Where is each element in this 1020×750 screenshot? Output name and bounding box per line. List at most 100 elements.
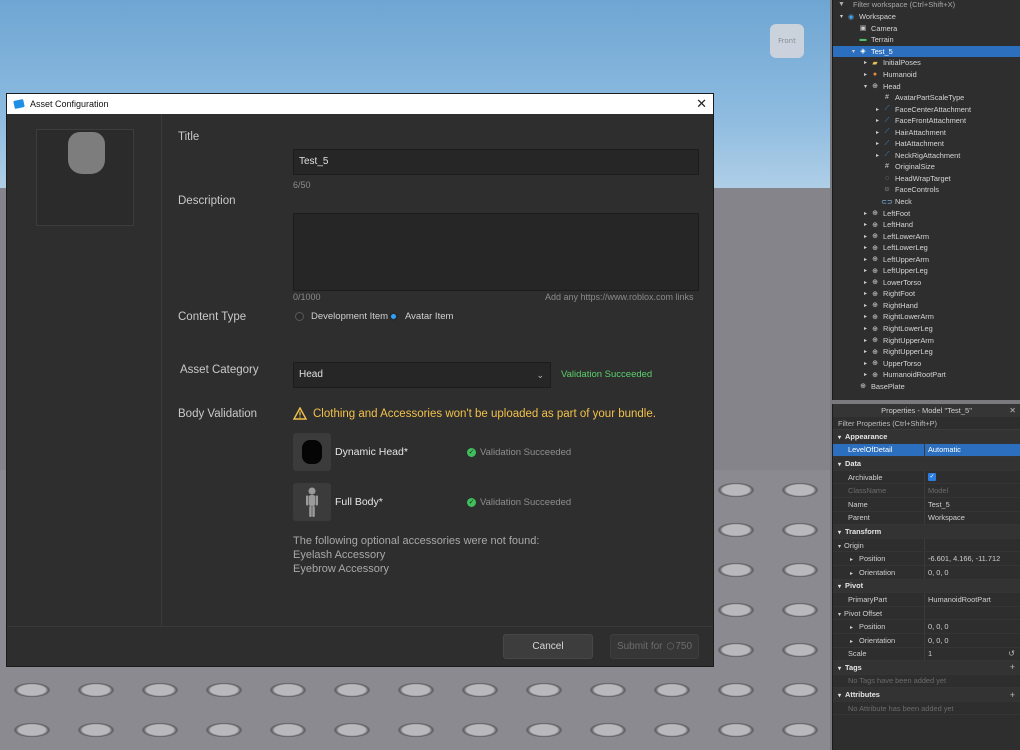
expand-arrow-icon[interactable]: ▸ <box>873 129 882 136</box>
explorer-item-lefthand[interactable]: ▸ ⊕ LeftHand <box>833 219 1020 231</box>
expand-arrow-icon[interactable]: ▸ <box>861 348 870 355</box>
explorer-item-head[interactable]: ▾ ⊕ Head <box>833 80 1020 92</box>
expand-arrow-icon[interactable]: ▸ <box>873 106 882 113</box>
prop-pivot-orientation[interactable]: ▸ Orientation 0, 0, 0 <box>833 633 1020 648</box>
prop-value[interactable]: 0, 0, 0 <box>924 633 1020 647</box>
title-input[interactable]: Test_5 <box>293 149 699 175</box>
expand-arrow-icon[interactable]: ▸ <box>861 59 870 66</box>
section-pivot[interactable]: ▾ Pivot <box>833 579 1020 594</box>
explorer-item-headwraptarget[interactable]: ◌ HeadWrapTarget <box>833 173 1020 185</box>
prop-primary-part[interactable]: PrimaryPart HumanoidRootPart <box>833 593 1020 607</box>
expand-arrow-icon[interactable]: ▸ <box>861 337 870 344</box>
explorer-item-test_5[interactable]: ▾ ◈ Test_5 <box>833 45 1020 58</box>
explorer-item-humanoidrootpart[interactable]: ▸ ⊕ HumanoidRootPart <box>833 369 1020 381</box>
add-tag-icon[interactable]: + <box>1010 662 1015 672</box>
prop-value[interactable]: 0, 0, 0 <box>924 620 1020 633</box>
explorer-item-lowertorso[interactable]: ▸ ⊕ LowerTorso <box>833 277 1020 289</box>
prop-value[interactable]: Automatic <box>924 443 1020 457</box>
expand-arrow-icon[interactable]: ▸ <box>861 233 870 240</box>
section-attributes[interactable]: ▾ Attributes + <box>833 688 1020 702</box>
cancel-button[interactable]: Cancel <box>503 634 593 659</box>
prop-origin-orientation[interactable]: ▸ Orientation 0, 0, 0 <box>833 565 1020 580</box>
expand-arrow-icon[interactable]: ▸ <box>861 267 870 274</box>
collapse-arrow-icon[interactable]: ▾ <box>837 13 846 20</box>
prop-value[interactable]: 0, 0, 0 <box>924 565 1020 579</box>
explorer-item-leftupperarm[interactable]: ▸ ⊕ LeftUpperArm <box>833 253 1020 265</box>
explorer-item-leftupperleg[interactable]: ▸ ⊕ LeftUpperLeg <box>833 265 1020 277</box>
radio-avatar-item[interactable]: Avatar Item <box>389 311 453 322</box>
properties-filter-input[interactable]: Filter Properties (Ctrl+Shift+P) <box>833 417 1020 430</box>
explorer-item-avatarpartscaletype[interactable]: # AvatarPartScaleType <box>833 92 1020 104</box>
expand-arrow-icon[interactable]: ▸ <box>861 313 870 320</box>
submit-button[interactable]: Submit for ⬡ 750 <box>610 634 699 659</box>
explorer-item-workspace[interactable]: ▾ ◉ Workspace <box>833 11 1020 23</box>
expand-arrow-icon[interactable]: ▸ <box>861 71 870 78</box>
explorer-item-hairattachment[interactable]: ▸ ⟋ HairAttachment <box>833 126 1020 138</box>
prop-parent[interactable]: Parent Workspace <box>833 511 1020 526</box>
collapse-arrow-icon[interactable]: ▾ <box>849 48 858 55</box>
section-appearance[interactable]: ▾ Appearance <box>833 430 1020 444</box>
explorer-item-rightupperleg[interactable]: ▸ ⊕ RightUpperLeg <box>833 346 1020 358</box>
prop-pivot-offset[interactable]: ▾ Pivot Offset <box>833 606 1020 621</box>
expand-arrow-icon[interactable]: ▸ <box>861 221 870 228</box>
explorer-item-camera[interactable]: ▣ Camera <box>833 23 1020 35</box>
expand-arrow-icon[interactable]: ▸ <box>861 302 870 309</box>
explorer-item-neck[interactable]: ⊂⊃ Neck <box>833 196 1020 208</box>
reset-icon[interactable]: ↺ <box>1008 649 1015 658</box>
collapse-arrow-icon[interactable]: ▾ <box>861 83 870 90</box>
section-tags[interactable]: ▾ Tags + <box>833 661 1020 675</box>
view-cube[interactable]: Front <box>770 24 804 58</box>
description-input[interactable] <box>293 213 699 291</box>
explorer-item-humanoid[interactable]: ▸ ● Humanoid <box>833 69 1020 81</box>
expand-arrow-icon[interactable]: ▸ <box>861 371 870 378</box>
prop-archivable[interactable]: Archivable ✓ <box>833 470 1020 485</box>
prop-origin[interactable]: ▾ Origin <box>833 538 1020 553</box>
explorer-item-initialposes[interactable]: ▸ ▰ InitialPoses <box>833 57 1020 69</box>
expand-arrow-icon[interactable]: ▸ <box>873 152 882 159</box>
explorer-item-facecenterattachment[interactable]: ▸ ⟋ FaceCenterAttachment <box>833 103 1020 115</box>
explorer-item-terrain[interactable]: ▬ Terrain <box>833 34 1020 46</box>
prop-value[interactable]: -6.601, 4.166, -11.712 <box>924 552 1020 565</box>
section-data[interactable]: ▾ Data <box>833 457 1020 471</box>
close-icon[interactable]: ✕ <box>696 98 707 111</box>
expand-arrow-icon[interactable]: ▸ <box>861 210 870 217</box>
expand-arrow-icon[interactable]: ▸ <box>861 256 870 263</box>
radio-development-item[interactable]: Development Item <box>295 311 388 322</box>
expand-arrow-icon[interactable]: ▸ <box>861 244 870 251</box>
explorer-item-facecontrols[interactable]: ☺ FaceControls <box>833 184 1020 196</box>
prop-value[interactable]: 1 <box>924 647 1020 661</box>
explorer-item-rightlowerleg[interactable]: ▸ ⊕ RightLowerLeg <box>833 323 1020 335</box>
expand-arrow-icon[interactable]: ▸ <box>861 325 870 332</box>
prop-value[interactable]: Workspace <box>924 511 1020 525</box>
checkbox-checked-icon[interactable]: ✓ <box>928 473 936 482</box>
explorer-item-facefrontattachment[interactable]: ▸ ⟋ FaceFrontAttachment <box>833 115 1020 127</box>
explorer-item-rightfoot[interactable]: ▸ ⊕ RightFoot <box>833 288 1020 300</box>
explorer-item-righthand[interactable]: ▸ ⊕ RightHand <box>833 300 1020 312</box>
prop-pivot-position[interactable]: ▸ Position 0, 0, 0 <box>833 620 1020 634</box>
expand-arrow-icon[interactable]: ▸ <box>861 290 870 297</box>
add-attribute-icon[interactable]: + <box>1010 690 1015 700</box>
close-icon[interactable]: ✕ <box>1009 404 1016 417</box>
explorer-item-leftlowerleg[interactable]: ▸ ⊕ LeftLowerLeg <box>833 242 1020 254</box>
prop-value[interactable]: HumanoidRootPart <box>924 593 1020 606</box>
asset-category-dropdown[interactable]: Head ⌄ <box>293 362 551 388</box>
explorer-item-rightupperarm[interactable]: ▸ ⊕ RightUpperArm <box>833 334 1020 346</box>
prop-level-of-detail[interactable]: LevelOfDetail Automatic <box>833 443 1020 458</box>
explorer-item-originalsize[interactable]: # OriginalSize <box>833 161 1020 173</box>
explorer-item-leftlowerarm[interactable]: ▸ ⊕ LeftLowerArm <box>833 230 1020 242</box>
expand-arrow-icon[interactable]: ▸ <box>873 140 882 147</box>
explorer-item-baseplate[interactable]: ⊕ BasePlate <box>833 381 1020 393</box>
prop-scale[interactable]: Scale 1 ↺ <box>833 647 1020 662</box>
expand-arrow-icon[interactable]: ▸ <box>861 360 870 367</box>
explorer-item-uppertorso[interactable]: ▸ ⊕ UpperTorso <box>833 357 1020 369</box>
explorer-item-neckrigattachment[interactable]: ▸ ⟋ NeckRigAttachment <box>833 150 1020 162</box>
prop-value[interactable]: Test_5 <box>924 497 1020 511</box>
explorer-filter-input[interactable]: ▼ Filter workspace (Ctrl+Shift+X) <box>833 0 1020 10</box>
expand-arrow-icon[interactable]: ▸ <box>861 279 870 286</box>
prop-origin-position[interactable]: ▸ Position -6.601, 4.166, -11.712 <box>833 552 1020 566</box>
prop-name-field[interactable]: Name Test_5 <box>833 497 1020 512</box>
explorer-item-hatattachment[interactable]: ▸ ⟋ HatAttachment <box>833 138 1020 150</box>
expand-arrow-icon[interactable]: ▸ <box>873 117 882 124</box>
section-transform[interactable]: ▾ Transform <box>833 525 1020 539</box>
explorer-item-rightlowerarm[interactable]: ▸ ⊕ RightLowerArm <box>833 311 1020 323</box>
